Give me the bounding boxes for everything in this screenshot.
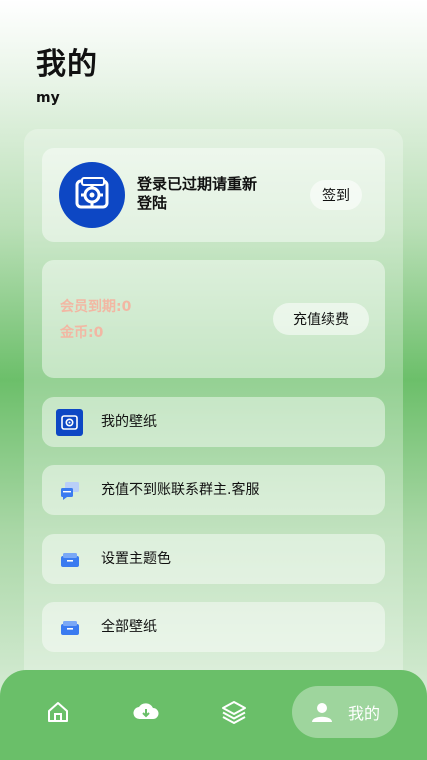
nav-download[interactable] (126, 692, 166, 732)
page-title: 我的 (36, 47, 98, 82)
login-expired-text[interactable]: 登录已过期请重新登陆 (137, 175, 262, 213)
nav-mine[interactable]: 我的 (292, 686, 398, 738)
home-icon (48, 702, 68, 722)
chat-icon (56, 477, 83, 504)
vip-expiry: 会员到期:0 (60, 299, 132, 315)
profile-card[interactable]: 登录已过期请重新登陆 签到 (42, 148, 385, 242)
theme-box-icon (56, 546, 83, 573)
menu-item-label: 设置主题色 (101, 551, 171, 567)
page-subtitle: my (36, 90, 60, 106)
avatar[interactable] (59, 162, 125, 228)
recharge-button[interactable]: 充值续费 (273, 303, 369, 335)
menu-item-contact-support[interactable]: 充值不到账联系群主.客服 (42, 465, 385, 515)
user-icon (311, 703, 332, 722)
menu-item-label: 充值不到账联系群主.客服 (101, 482, 260, 498)
menu-item-my-wallpapers[interactable]: 我的壁纸 (42, 397, 385, 447)
coin-balance: 金币:0 (60, 325, 104, 341)
menu-item-all-wallpapers[interactable]: 全部壁纸 (42, 602, 385, 652)
nav-mine-label: 我的 (347, 704, 380, 723)
cloud-download-icon (133, 703, 159, 720)
gear-app-icon (75, 177, 109, 209)
menu-item-label: 全部壁纸 (101, 619, 157, 635)
menu-item-theme-color[interactable]: 设置主题色 (42, 534, 385, 584)
signin-button[interactable]: 签到 (310, 180, 362, 210)
bottom-nav: 我的 (0, 670, 427, 760)
nav-home[interactable] (38, 692, 78, 732)
nav-layers[interactable] (214, 692, 254, 732)
layers-icon (222, 701, 246, 724)
wallpaper-app-icon (56, 409, 83, 436)
all-wallpaper-box-icon (56, 614, 83, 641)
page-header: 我的 my (36, 46, 98, 106)
vip-info: 会员到期:0 金币:0 (60, 294, 131, 346)
menu-item-label: 我的壁纸 (101, 414, 157, 430)
vip-card: 会员到期:0 金币:0 充值续费 (42, 260, 385, 378)
